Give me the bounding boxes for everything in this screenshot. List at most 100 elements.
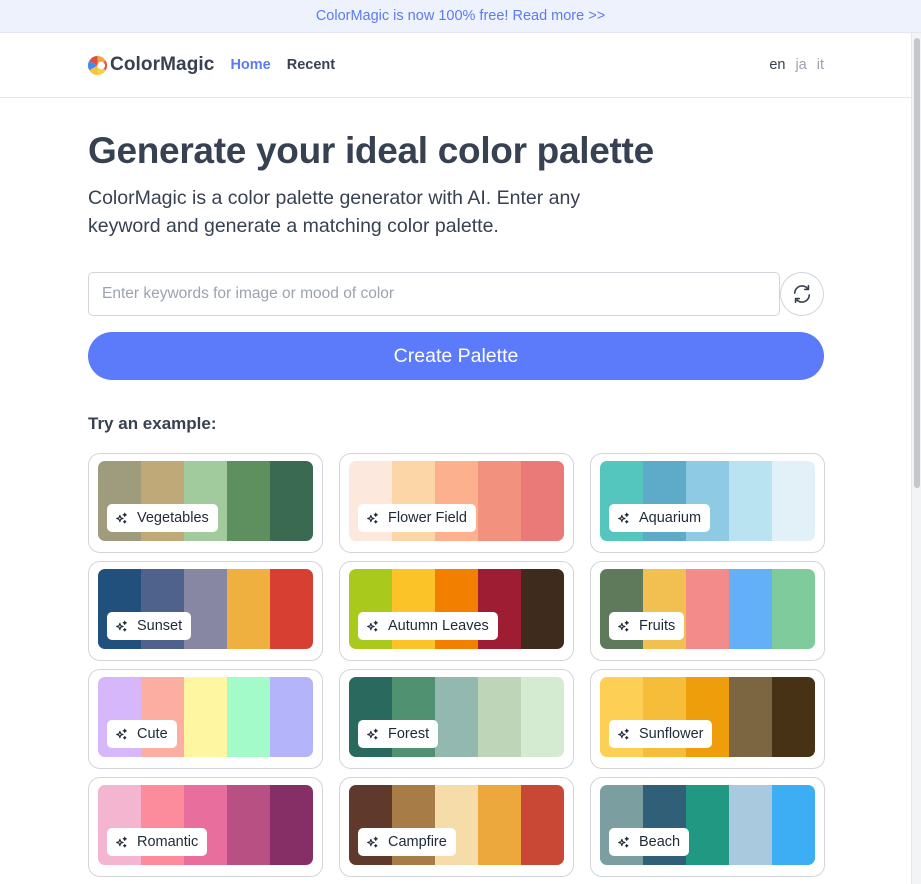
color-swatch [729, 785, 772, 865]
example-card-sunset[interactable]: Sunset [88, 561, 323, 661]
logo[interactable]: ColorMagic [88, 54, 214, 76]
sparkle-icon [366, 620, 379, 633]
example-label-chip[interactable]: Campfire [358, 828, 456, 856]
color-swatch [478, 677, 521, 757]
example-label-chip[interactable]: Beach [609, 828, 690, 856]
color-swatch [270, 461, 313, 541]
sparkle-icon [617, 836, 630, 849]
example-card-romantic[interactable]: Romantic [88, 777, 323, 877]
language-it[interactable]: it [817, 57, 824, 73]
main-content: Generate your ideal color palette ColorM… [0, 128, 921, 877]
example-card-campfire[interactable]: Campfire [339, 777, 574, 877]
example-card-autumn-leaves[interactable]: Autumn Leaves [339, 561, 574, 661]
color-swatch [270, 785, 313, 865]
sparkle-icon [617, 620, 630, 633]
color-swatch [270, 569, 313, 649]
example-label-chip[interactable]: Romantic [107, 828, 208, 856]
color-swatch [521, 569, 564, 649]
color-swatch [772, 461, 815, 541]
color-swatch [521, 461, 564, 541]
page-title: Generate your ideal color palette [88, 130, 654, 171]
colormagic-logo-icon [88, 55, 107, 75]
announcement-text[interactable]: ColorMagic is now 100% free! Read more >… [316, 8, 605, 24]
example-label: Sunflower [639, 726, 704, 742]
example-label-chip[interactable]: Aquarium [609, 504, 711, 532]
example-label: Forest [388, 726, 430, 742]
sparkle-icon [366, 836, 379, 849]
sparkle-icon [115, 512, 128, 525]
example-label-chip[interactable]: Sunset [107, 612, 192, 640]
search-row [88, 272, 824, 316]
palette-preview[interactable]: Autumn Leaves [349, 569, 564, 649]
site-header: ColorMagic Home Recent en ja it [0, 33, 921, 98]
palette-preview[interactable]: Fruits [600, 569, 815, 649]
color-swatch [729, 569, 772, 649]
color-swatch [184, 677, 227, 757]
page-subtitle: ColorMagic is a color palette generator … [88, 187, 581, 237]
palette-preview[interactable]: Romantic [98, 785, 313, 865]
color-swatch [227, 677, 270, 757]
color-swatch [729, 461, 772, 541]
color-swatch [270, 677, 313, 757]
palette-preview[interactable]: Vegetables [98, 461, 313, 541]
example-card-fruits[interactable]: Fruits [590, 561, 825, 661]
example-card-forest[interactable]: Forest [339, 669, 574, 769]
palette-preview[interactable]: Flower Field [349, 461, 564, 541]
example-card-beach[interactable]: Beach [590, 777, 825, 877]
example-card-sunflower[interactable]: Sunflower [590, 669, 825, 769]
example-label-chip[interactable]: Vegetables [107, 504, 218, 532]
color-swatch [227, 461, 270, 541]
example-label-chip[interactable]: Forest [358, 720, 439, 748]
create-palette-button[interactable]: Create Palette [88, 332, 824, 380]
palette-preview[interactable]: Sunset [98, 569, 313, 649]
sparkle-icon [366, 512, 379, 525]
color-swatch [227, 569, 270, 649]
refresh-icon [793, 284, 811, 304]
palette-preview[interactable]: Beach [600, 785, 815, 865]
nav-home[interactable]: Home [230, 57, 270, 73]
language-en[interactable]: en [769, 57, 785, 73]
examples-grid: Vegetables Flower Field Aquarium Sunset Autu… [88, 453, 825, 877]
example-label: Vegetables [137, 510, 209, 526]
sparkle-icon [366, 728, 379, 741]
palette-preview[interactable]: Forest [349, 677, 564, 757]
color-swatch [435, 677, 478, 757]
sparkle-icon [617, 512, 630, 525]
color-swatch [772, 569, 815, 649]
example-card-aquarium[interactable]: Aquarium [590, 453, 825, 553]
example-card-cute[interactable]: Cute [88, 669, 323, 769]
example-label-chip[interactable]: Sunflower [609, 720, 713, 748]
example-card-flower-field[interactable]: Flower Field [339, 453, 574, 553]
scrollbar-thumb[interactable] [914, 38, 920, 488]
refresh-button[interactable] [780, 272, 824, 316]
color-swatch [729, 677, 772, 757]
palette-preview[interactable]: Campfire [349, 785, 564, 865]
language-switcher: en ja it [759, 57, 824, 73]
nav-recent[interactable]: Recent [287, 57, 335, 73]
color-swatch [521, 677, 564, 757]
color-swatch [686, 785, 729, 865]
palette-preview[interactable]: Cute [98, 677, 313, 757]
palette-preview[interactable]: Sunflower [600, 677, 815, 757]
announcement-banner[interactable]: ColorMagic is now 100% free! Read more >… [0, 0, 921, 33]
page-scrollbar[interactable] [911, 33, 921, 884]
example-label-chip[interactable]: Autumn Leaves [358, 612, 498, 640]
example-label-chip[interactable]: Fruits [609, 612, 685, 640]
keyword-input[interactable] [88, 272, 781, 316]
example-label: Romantic [137, 834, 199, 850]
example-label: Autumn Leaves [388, 618, 489, 634]
example-label: Flower Field [388, 510, 467, 526]
example-label-chip[interactable]: Cute [107, 720, 177, 748]
palette-preview[interactable]: Aquarium [600, 461, 815, 541]
example-label-chip[interactable]: Flower Field [358, 504, 476, 532]
color-swatch [521, 785, 564, 865]
examples-heading: Try an example: [88, 414, 217, 433]
color-swatch [686, 569, 729, 649]
example-label: Beach [639, 834, 681, 850]
example-label: Cute [137, 726, 168, 742]
example-card-vegetables[interactable]: Vegetables [88, 453, 323, 553]
language-ja[interactable]: ja [795, 57, 806, 73]
example-label: Fruits [639, 618, 676, 634]
example-label: Sunset [137, 618, 183, 634]
color-swatch [227, 785, 270, 865]
